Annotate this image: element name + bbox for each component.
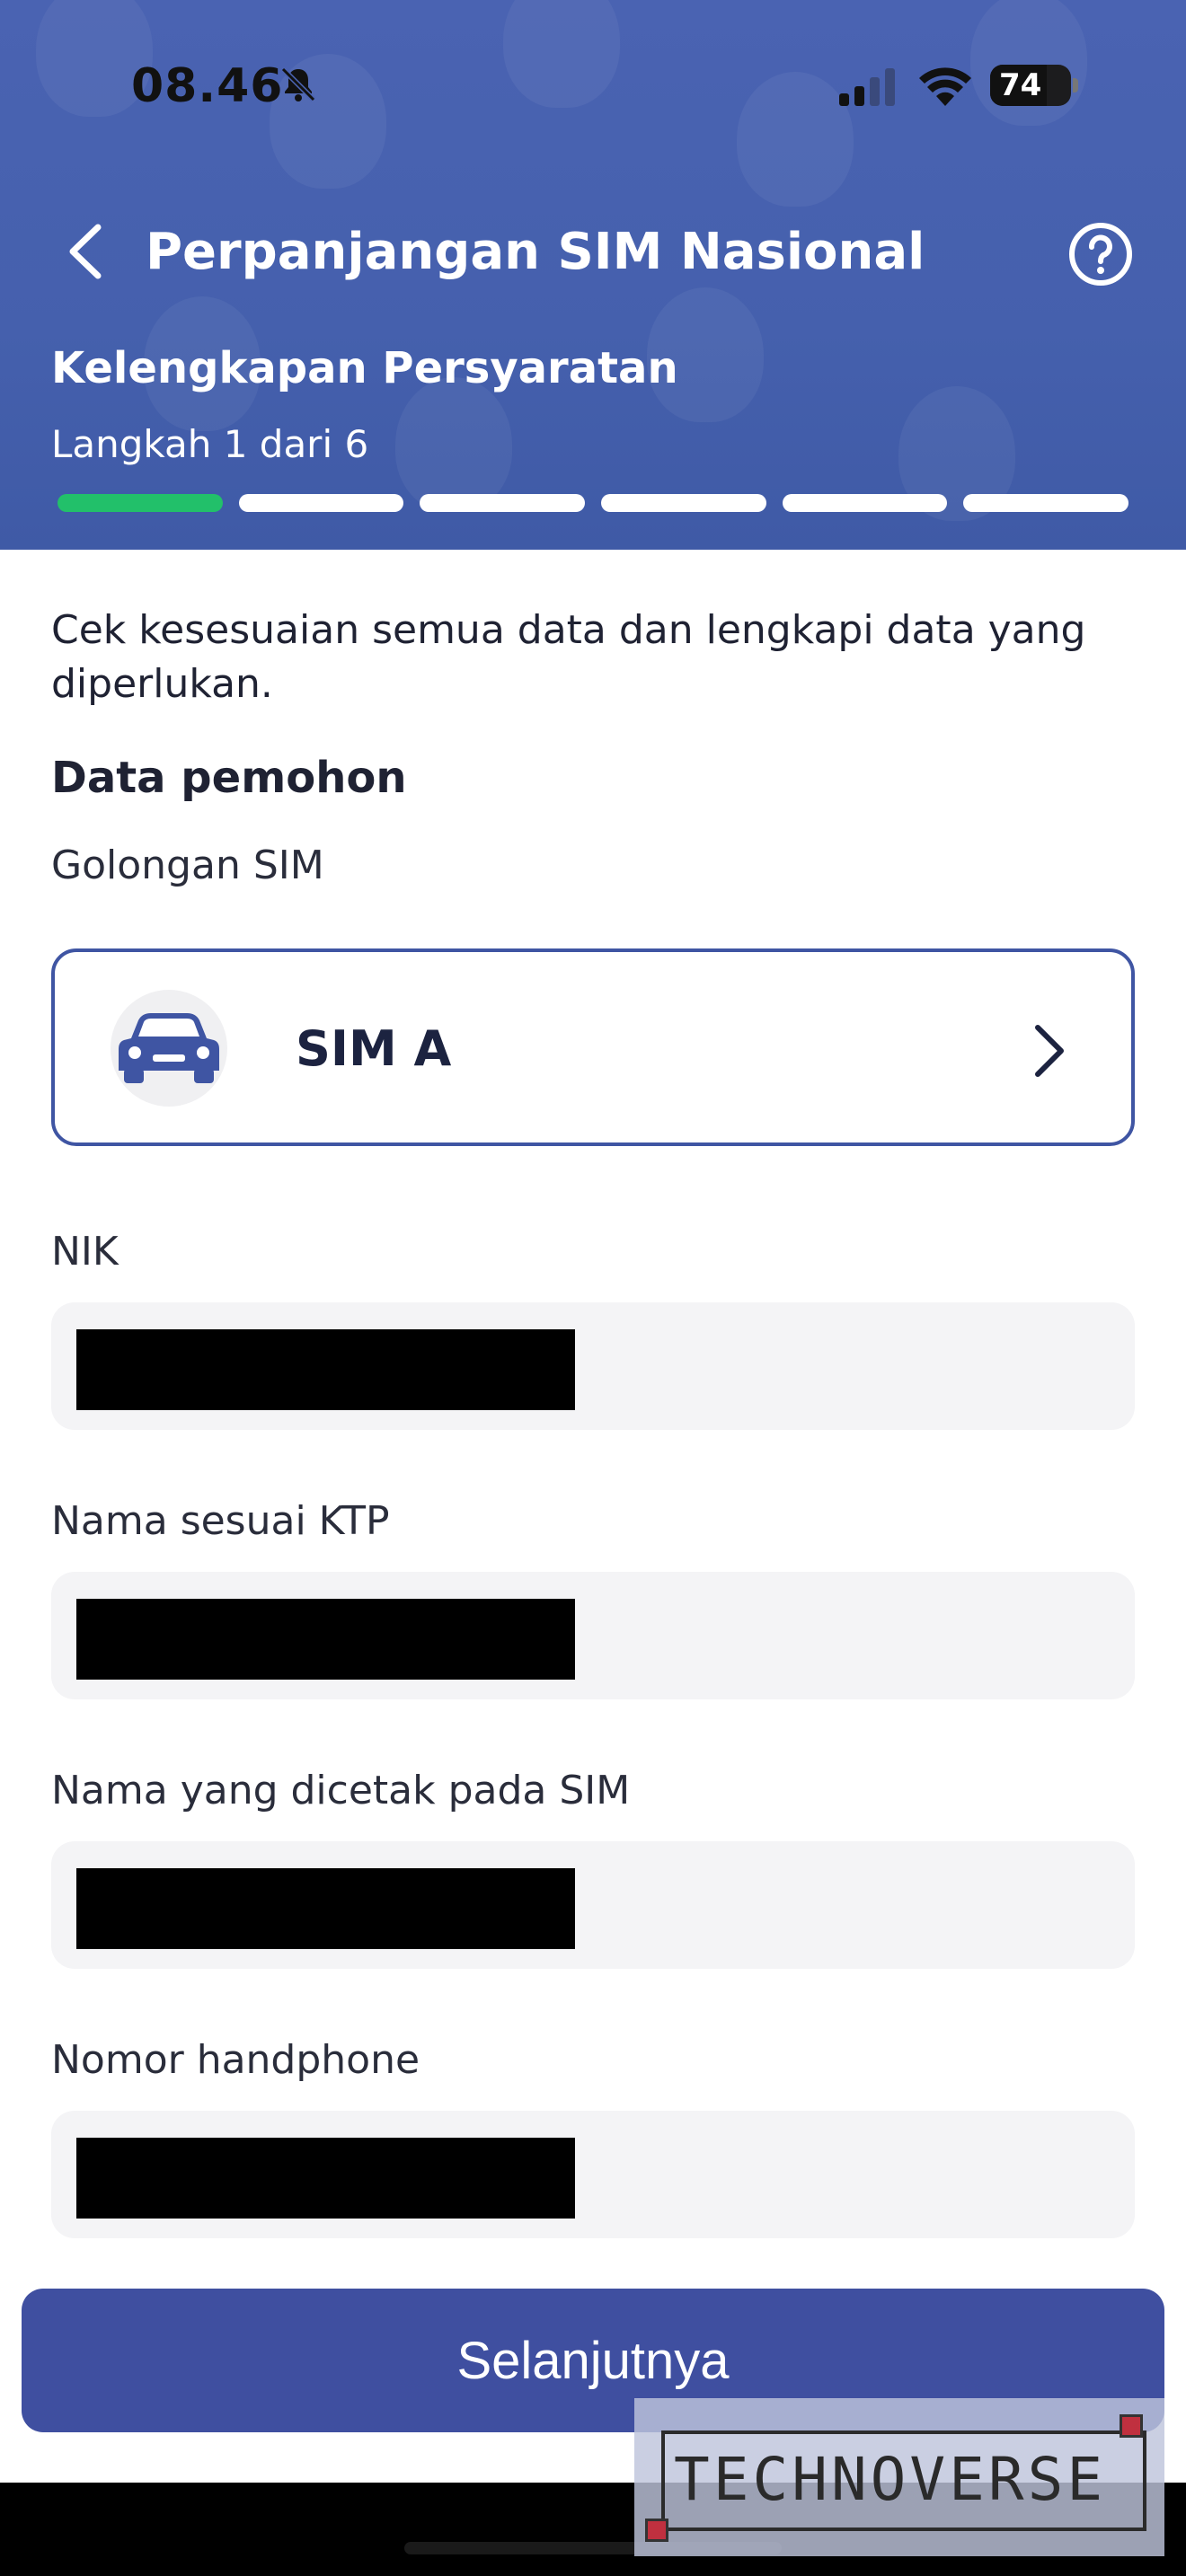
progress-segment (963, 494, 1129, 512)
sim-class-label: Golongan SIM (51, 842, 324, 888)
redacted-value (76, 1329, 575, 1410)
sim-class-value: SIM A (296, 1020, 452, 1077)
background-shield-pattern (395, 377, 512, 512)
nik-field[interactable] (51, 1302, 1135, 1430)
progress-segment (601, 494, 766, 512)
intro-text: Cek kesesuaian semua data dan lengkapi d… (51, 607, 1086, 707)
sim-print-name-field[interactable] (51, 1841, 1135, 1969)
sim-avatar (111, 990, 227, 1107)
chip-icon (1120, 2414, 1143, 2438)
battery-level: 74 (999, 67, 1042, 103)
help-icon[interactable] (1067, 221, 1134, 287)
chevron-left-icon (69, 224, 102, 279)
progress-segment (782, 494, 948, 512)
phone-number-field[interactable] (51, 2111, 1135, 2238)
step-progress-bar (58, 494, 1129, 512)
chip-icon (645, 2519, 668, 2542)
back-button[interactable] (54, 216, 117, 287)
bell-muted-icon (280, 66, 316, 102)
background-shield-pattern (737, 72, 854, 207)
applicant-data-heading: Data pemohon (51, 753, 407, 803)
sim-print-name-label: Nama yang dicetak pada SIM (51, 1768, 631, 1813)
progress-segment (420, 494, 586, 512)
nik-label: NIK (51, 1229, 119, 1275)
wifi-icon (919, 67, 971, 106)
step-indicator: Langkah 1 dari 6 (51, 422, 369, 466)
chevron-right-icon (1035, 1025, 1064, 1077)
progress-segment (58, 494, 223, 512)
ktp-name-field[interactable] (51, 1572, 1135, 1699)
phone-number-label: Nomor handphone (51, 2037, 420, 2083)
background-shield-pattern (970, 0, 1087, 126)
sim-class-selector[interactable]: SIM A (51, 948, 1135, 1146)
battery-indicator: 74 (990, 65, 1078, 106)
background-shield-pattern (503, 0, 620, 108)
progress-segment (238, 494, 404, 512)
redacted-value (76, 2138, 575, 2219)
cellular-signal-icon (839, 68, 895, 106)
logo-text: TECHNOVERSE (674, 2445, 1107, 2514)
section-title: Kelengkapan Persyaratan (51, 343, 678, 393)
redacted-value (76, 1868, 575, 1949)
page-title: Perpanjangan SIM Nasional (146, 223, 925, 281)
ktp-name-label: Nama sesuai KTP (51, 1498, 390, 1544)
status-time: 08.46 (131, 59, 284, 113)
technoverse-watermark-logo: TECHNOVERSE (634, 2398, 1164, 2556)
redacted-value (76, 1599, 575, 1680)
app-header: 08.46 74 Perpanjangan SIM Nasional Kelen… (0, 0, 1186, 550)
car-icon (119, 1013, 219, 1083)
